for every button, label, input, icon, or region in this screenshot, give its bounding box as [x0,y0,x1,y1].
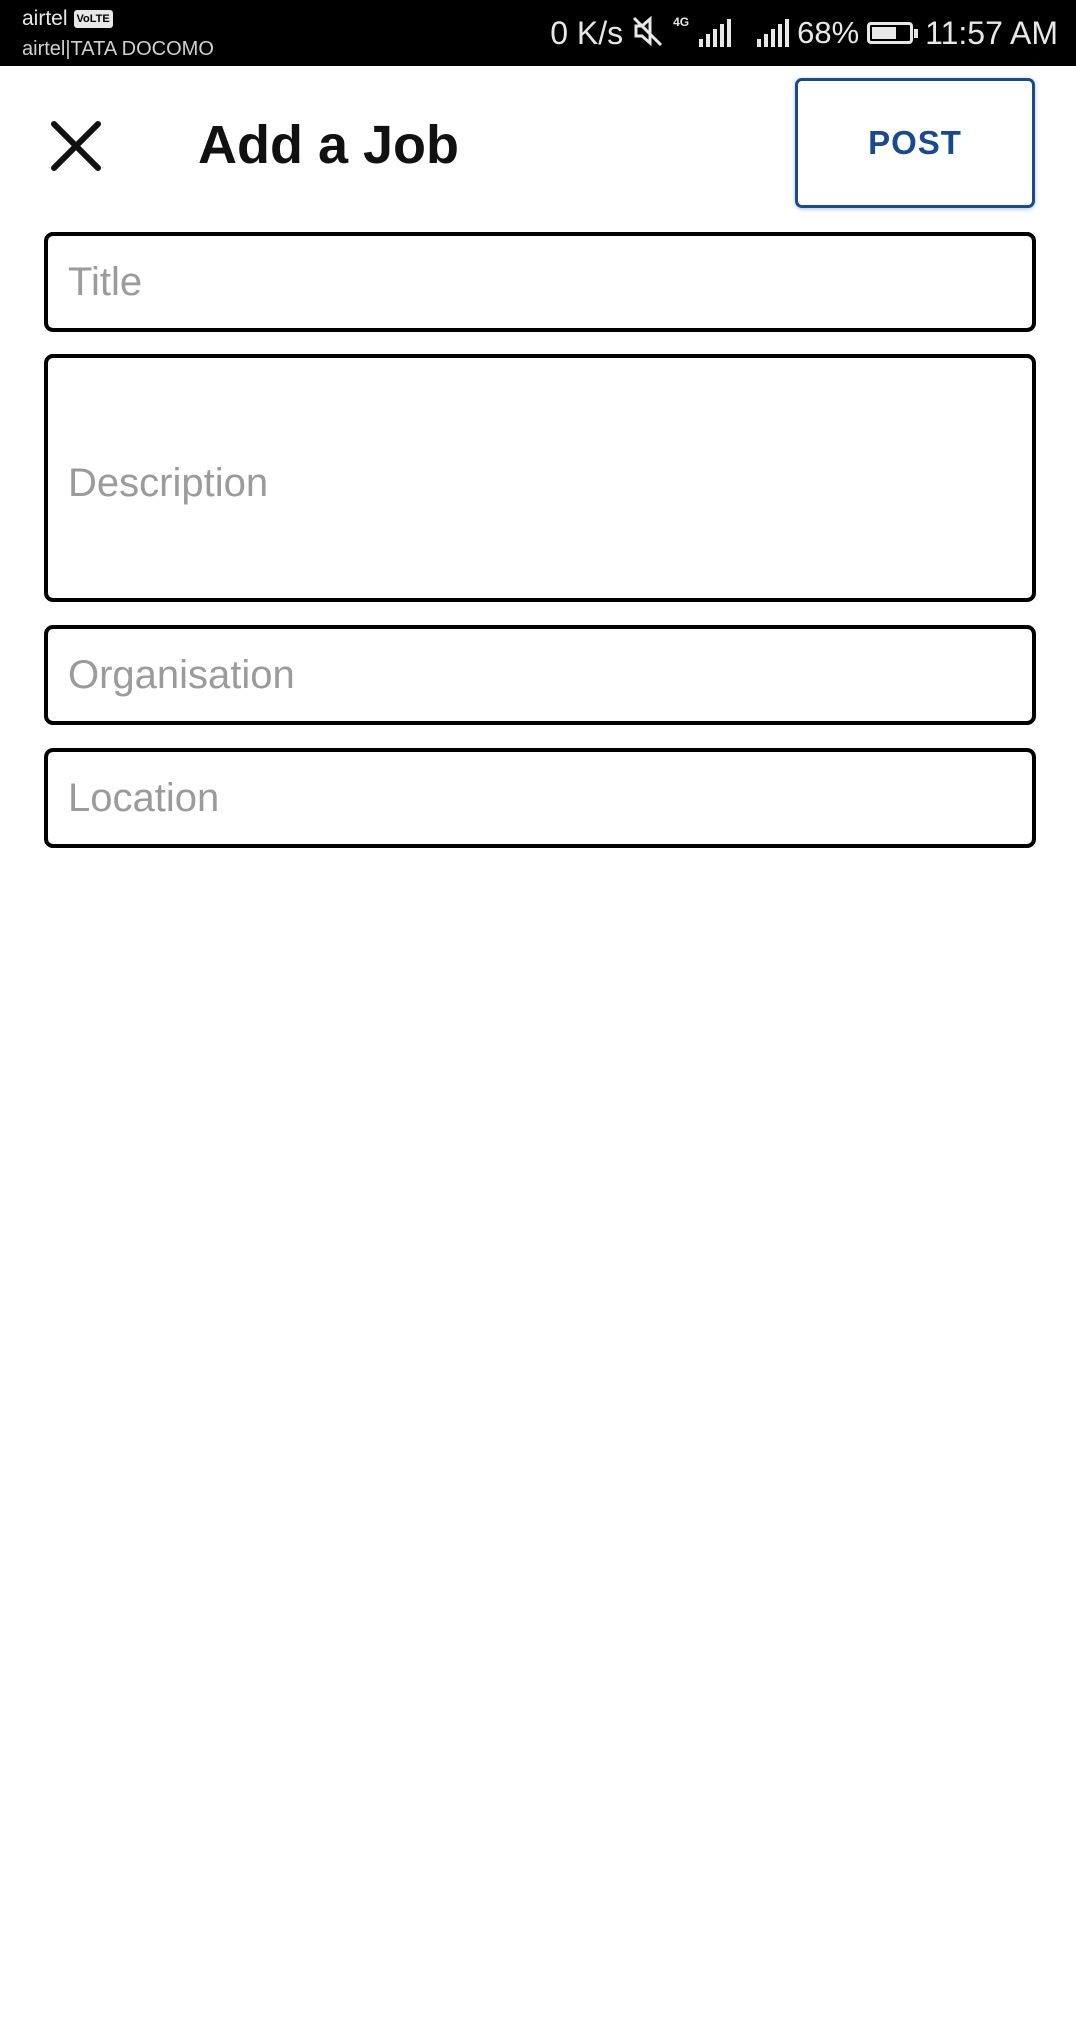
title-input[interactable] [44,232,1036,332]
page-title: Add a Job [198,115,460,175]
location-input[interactable] [44,748,1036,848]
description-input[interactable] [44,354,1036,602]
status-bar: airtel VoLTE airtel|TATA DOCOMO 0 K/s 4G… [0,0,1076,66]
organisation-input[interactable] [44,625,1036,725]
battery-percent: 68% [797,15,860,50]
carrier-primary-label: airtel [22,7,68,30]
clock: 11:57 AM [925,14,1058,51]
carrier-primary: airtel VoLTE [22,7,113,31]
carrier-secondary: airtel|TATA DOCOMO [22,38,214,60]
signal-icon [699,19,732,47]
post-button[interactable]: POST [795,78,1035,208]
close-icon [51,121,101,171]
mute-icon [631,14,665,53]
battery-icon [867,22,919,44]
network-type: 4G [673,15,690,29]
status-indicators: 0 K/s 4G 68% 11:57 AM [550,0,1058,66]
net-speed: 0 K/s [550,14,624,51]
close-button[interactable] [46,116,106,176]
volte-badge: VoLTE [73,10,113,28]
signal-icon [757,19,790,47]
